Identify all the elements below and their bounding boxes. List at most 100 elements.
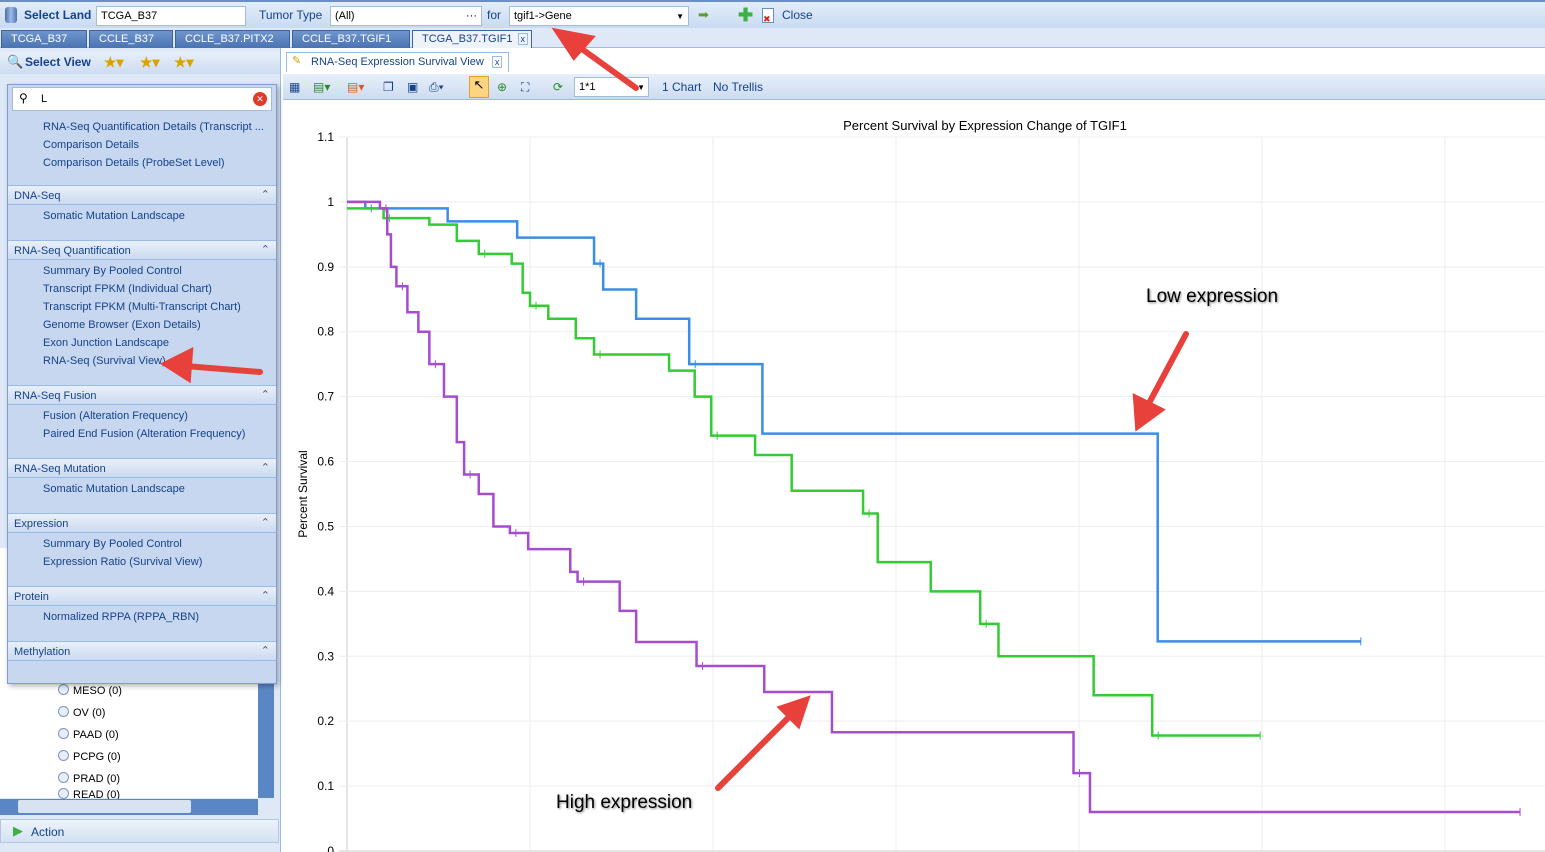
section-header[interactable]: RNA-Seq Fusion ⌃ (8, 385, 276, 405)
section-header[interactable]: RNA-Seq Mutation ⌃ (8, 458, 276, 478)
database-icon (5, 7, 17, 23)
view-item[interactable]: Transcript FPKM (Multi-Transcript Chart) (43, 301, 241, 313)
view-item[interactable]: Genome Browser (Exon Details) (43, 319, 201, 331)
section-header[interactable]: Methylation ⌃ (8, 641, 276, 661)
add-favorite-icon[interactable]: ★▾ (104, 54, 124, 71)
select-view-label: Select View (25, 55, 91, 69)
chevron-down-icon: ▼ (637, 83, 645, 92)
tab-tcga-b37-tgif1[interactable]: TCGA_B37.TGIF1 x (412, 30, 532, 48)
print-icon[interactable]: ⎙▾ (429, 80, 444, 95)
view-dropdown: ⚲ L ✕ RNA-Seq Quantification Details (Tran… (7, 84, 277, 684)
tumor-radio-paad[interactable]: PAAD (0) (58, 728, 119, 741)
chevron-down-icon: ▼ (676, 12, 684, 21)
play-icon: ▶ (13, 823, 23, 838)
collapse-icon[interactable]: ⌃ (261, 243, 270, 256)
chart-wand-icon: ✎ (292, 55, 302, 67)
y-tick-label: 0.1 (317, 779, 334, 793)
section-header[interactable]: Protein ⌃ (8, 586, 276, 606)
clear-search-icon[interactable]: ✕ (253, 92, 267, 106)
y-tick-label: 0.6 (317, 455, 334, 469)
tumor-type-field[interactable]: (All) ··· (330, 6, 482, 26)
view-item[interactable]: RNA-Seq Quantification Details (Transcri… (43, 121, 264, 133)
refresh-icon[interactable]: ⟳ (553, 80, 563, 94)
tumor-radio-pcpg[interactable]: PCPG (0) (58, 750, 121, 763)
collapse-icon[interactable]: ⌃ (261, 461, 270, 474)
horizontal-scrollbar[interactable] (0, 799, 258, 815)
view-tab-label: RNA-Seq Expression Survival View (311, 56, 484, 68)
view-item[interactable]: Comparison Details (ProbeSet Level) (43, 157, 225, 169)
y-tick-label: 0 (327, 844, 334, 852)
more-button[interactable]: ··· (466, 10, 477, 22)
tumor-radio-meso[interactable]: MESO (0) (58, 684, 122, 697)
ppt-export-icon[interactable]: ▤▾ (347, 80, 364, 94)
y-axis-label: Percent Survival (296, 450, 310, 537)
view-item[interactable]: Fusion (Alteration Frequency) (43, 410, 188, 422)
layout-value: 1*1 (579, 81, 596, 93)
y-tick-label: 0.7 (317, 390, 334, 404)
y-tick-label: 0.4 (317, 584, 334, 598)
go-arrow-icon[interactable]: ➡ (698, 7, 709, 23)
action-button[interactable]: ▶ Action (0, 819, 279, 843)
section-header[interactable]: RNA-Seq Quantification ⌃ (8, 240, 276, 260)
tab-tcga-b37[interactable]: TCGA_B37 (1, 30, 87, 48)
land-field[interactable]: TCGA_B37 (96, 6, 246, 26)
section-header[interactable]: Expression ⌃ (8, 513, 276, 533)
view-item[interactable]: Somatic Mutation Landscape (43, 210, 185, 222)
collapse-icon[interactable]: ⌃ (261, 388, 270, 401)
chart-properties-icon[interactable]: ▦ (289, 80, 300, 94)
remove-favorite-icon[interactable]: ★▾ (140, 54, 160, 71)
fit-icon[interactable]: ⛶ (521, 80, 529, 95)
close-tab-icon[interactable]: x (517, 33, 528, 45)
view-item[interactable]: RNA-Seq (Survival View) (43, 355, 166, 367)
view-search-input[interactable]: ⚲ L ✕ (12, 87, 272, 111)
close-window-icon: ✖ (762, 8, 774, 24)
pointer-tool-icon[interactable]: ↖ (469, 76, 489, 98)
view-item[interactable]: Summary By Pooled Control (43, 538, 182, 550)
collapse-icon[interactable]: ⌃ (261, 644, 270, 657)
section-header[interactable]: DNA-Seq ⌃ (8, 185, 276, 205)
view-item[interactable]: Expression Ratio (Survival View) (43, 556, 202, 568)
view-item[interactable]: Summary By Pooled Control (43, 265, 182, 277)
chart-toolbar: ▦ ▤▾ ▤▾ ❐ ▣ ⎙▾ ↖ ⊕ ⛶ ⟳ 1*1 ▼ 1 Chart No T… (283, 74, 1545, 100)
y-tick-label: 1.1 (317, 130, 334, 144)
view-item[interactable]: Somatic Mutation Landscape (43, 483, 185, 495)
tab-ccle-b37-pitx2[interactable]: CCLE_B37.PITX2 (175, 30, 290, 48)
vertical-scrollbar[interactable] (258, 668, 274, 798)
close-button[interactable]: Close (782, 8, 813, 22)
edit-favorite-icon[interactable]: ★▾ (174, 54, 194, 71)
view-item[interactable]: Comparison Details (43, 139, 139, 151)
layout-select[interactable]: 1*1 ▼ (574, 77, 649, 97)
y-tick-label: 0.8 (317, 325, 334, 339)
excel-export-icon[interactable]: ▤▾ (313, 80, 330, 94)
view-search-icon: 🔍 (7, 54, 24, 69)
section-title: DNA-Seq (14, 190, 61, 202)
copy-icon[interactable]: ❐ (383, 80, 394, 94)
tumor-radio-ov[interactable]: OV (0) (58, 706, 105, 719)
tab-ccle-b37-tgif1[interactable]: CCLE_B37.TGIF1 (292, 30, 410, 48)
section-title: Expression (14, 518, 69, 530)
trellis-button[interactable]: No Trellis (713, 80, 763, 94)
select-view-bar: 🔍 Select View ★▾ ★▾ ★▾ (0, 52, 280, 74)
section-title: Methylation (14, 646, 71, 658)
close-view-tab-icon[interactable]: x (491, 56, 503, 68)
gene-select[interactable]: tgif1->Gene ▼ (509, 6, 689, 26)
survival-chart: Percent Survival by Expression Change of… (296, 118, 1545, 852)
view-item[interactable]: Normalized RPPA (RPPA_RBN) (43, 611, 199, 623)
collapse-icon[interactable]: ⌃ (261, 188, 270, 201)
tab-label: TCGA_B37.TGIF1 (422, 33, 513, 45)
view-item[interactable]: Transcript FPKM (Individual Chart) (43, 283, 212, 295)
view-item[interactable]: Exon Junction Landscape (43, 337, 169, 349)
tab-survival-view[interactable]: ✎ RNA-Seq Expression Survival View x (286, 52, 510, 72)
view-item[interactable]: Paired End Fusion (Alteration Frequency) (43, 428, 245, 440)
tumor-radio-prad[interactable]: PRAD (0) (58, 772, 120, 785)
add-icon[interactable]: ✚ (738, 5, 753, 26)
collapse-icon[interactable]: ⌃ (261, 516, 270, 529)
image-export-icon[interactable]: ▣ (407, 80, 418, 94)
y-tick-label: 0.2 (317, 714, 334, 728)
tumor-type-label: Tumor Type (259, 8, 323, 22)
zoom-in-icon[interactable]: ⊕ (497, 80, 507, 94)
tab-ccle-b37[interactable]: CCLE_B37 (89, 30, 173, 48)
collapse-icon[interactable]: ⌃ (261, 589, 270, 602)
y-tick-label: 0.5 (317, 519, 334, 533)
chart-count-button[interactable]: 1 Chart (662, 80, 701, 94)
